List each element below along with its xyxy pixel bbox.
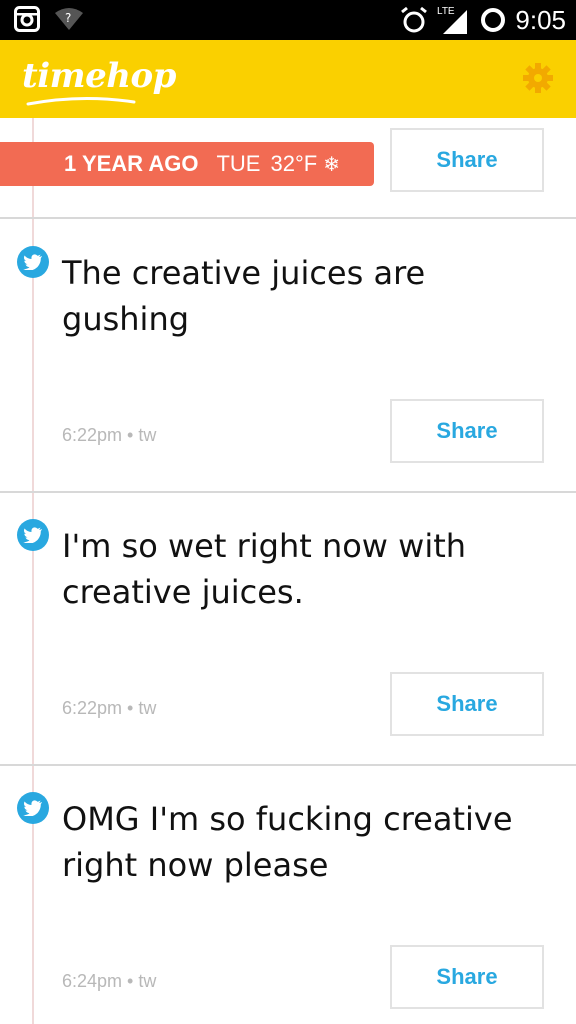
post-meta: 6:24pm • tw (62, 971, 157, 991)
post-source: tw (138, 971, 157, 991)
sync-ring-icon (481, 8, 506, 32)
post-time: 6:22pm (62, 425, 123, 445)
status-bar: ? LTE 9:05 (0, 0, 576, 40)
post-source: tw (138, 698, 157, 718)
post-source: tw (138, 425, 157, 445)
post-time: 6:22pm (62, 698, 123, 718)
post-meta: 6:22pm • tw (62, 698, 157, 718)
weekday-label: TUE (216, 151, 261, 176)
signal-icon: LTE (437, 6, 468, 34)
post-meta: 6:22pm • tw (62, 425, 157, 445)
wifi-question-icon: ? (55, 8, 83, 30)
date-pill: 1 YEAR AGO TUE 32°F ❄ (0, 142, 374, 186)
date-header: 1 YEAR AGO TUE 32°F ❄ Share (0, 118, 576, 219)
share-button[interactable]: Share (390, 945, 544, 1009)
twitter-icon (17, 246, 49, 278)
gear-icon[interactable] (522, 62, 554, 94)
network-label: LTE (437, 6, 455, 17)
logo-swoosh (26, 96, 136, 106)
timehop-logo: timehop (22, 56, 176, 96)
clock: 9:05 (515, 5, 566, 35)
alarm-icon (401, 6, 428, 33)
instagram-icon (14, 6, 40, 32)
temperature-label: 32°F (270, 151, 318, 176)
share-button[interactable]: Share (390, 672, 544, 736)
post-item: I'm so wet right now with creative juice… (0, 493, 576, 766)
post-text: I'm so wet right now with creative juice… (62, 527, 467, 611)
post-text: OMG I'm so fucking creative right now pl… (62, 800, 513, 884)
twitter-icon (17, 792, 49, 824)
years-ago-label: 1 YEAR AGO (64, 151, 199, 176)
share-button-day[interactable]: Share (390, 128, 544, 192)
post-time: 6:24pm (62, 971, 123, 991)
share-button[interactable]: Share (390, 399, 544, 463)
svg-text:?: ? (65, 11, 71, 25)
snowflake-icon: ❄ (323, 153, 340, 176)
post-item: The creative juices are gushing 6:22pm •… (0, 220, 576, 493)
twitter-icon (17, 519, 49, 551)
app-bar: timehop (0, 40, 576, 118)
post-item: OMG I'm so fucking creative right now pl… (0, 766, 576, 1024)
post-text: The creative juices are gushing (62, 254, 426, 338)
